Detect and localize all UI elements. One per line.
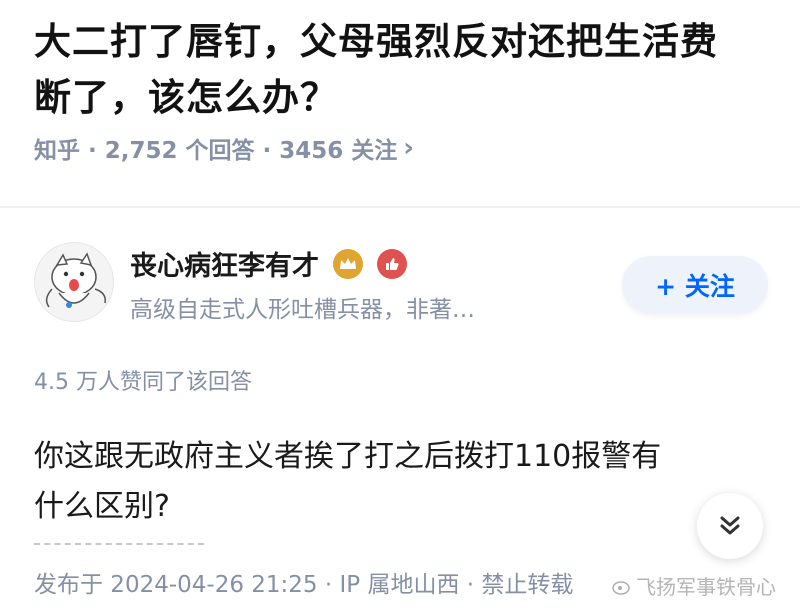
question-title-line-2[interactable]: 断了，该怎么办？ — [34, 70, 774, 126]
like-count: 4.5 万人赞同了该回答 — [34, 370, 252, 395]
text-underline — [34, 543, 204, 545]
post-meta: 发布于 2024-04-26 21:25 · IP 属地山西 · 禁止转载 — [34, 572, 574, 598]
watermark: 飞扬军事铁骨心 — [612, 571, 776, 600]
chevron-double-down-icon — [720, 516, 740, 535]
author-bio: 高级自走式人形吐槽兵器，非著… — [130, 297, 475, 323]
chevron-right-icon: › — [403, 133, 415, 163]
expand-answer-button[interactable] — [697, 493, 763, 559]
answer-line-1: 你这跟无政府主义者挨了打之后拨打110报警有 — [34, 439, 662, 474]
author-name[interactable]: 丧心病狂李有才 — [130, 244, 319, 283]
cartoon-face-icon — [45, 252, 107, 308]
answer-content: 你这跟无政府主义者挨了打之后拨打110报警有 什么区别? — [34, 432, 774, 532]
author-card: 丧心病狂李有才 高级自走式人形吐槽兵器，非著… + 关注 — [30, 236, 780, 336]
weibo-icon — [612, 580, 630, 595]
watermark-text: 飞扬军事铁骨心 — [636, 575, 776, 599]
thumbs-up-badge-icon — [377, 248, 407, 279]
avatar[interactable] — [34, 242, 114, 322]
section-divider — [0, 206, 800, 208]
question-meta-text: 知乎 · 2,752 个回答 · 3456 关注 — [34, 138, 398, 164]
question-header: 大二打了唇钉，父母强烈反对还把生活费 断了，该怎么办？ — [34, 14, 774, 126]
crown-badge-icon — [333, 248, 363, 279]
follow-button[interactable]: + 关注 — [622, 256, 768, 314]
question-title-line-1[interactable]: 大二打了唇钉，父母强烈反对还把生活费 — [34, 14, 774, 70]
question-meta[interactable]: 知乎 · 2,752 个回答 · 3456 关注 › — [34, 131, 414, 165]
author-name-row: 丧心病狂李有才 — [130, 244, 407, 283]
answer-line-2: 什么区别? — [34, 489, 170, 524]
